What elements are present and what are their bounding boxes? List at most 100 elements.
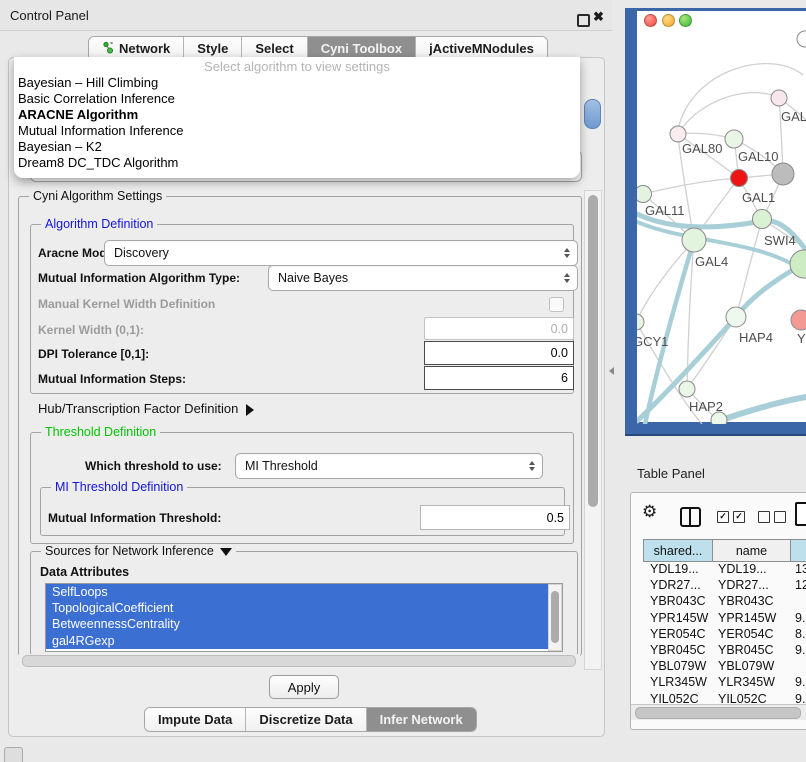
screen: Control Panel ✖ NetworkStyleSelectCyni T… xyxy=(0,0,806,762)
table-cell: YDL19... xyxy=(643,562,711,576)
mi-threshold-field[interactable]: 0.5 xyxy=(420,505,570,530)
table-row[interactable]: YLR345WYLR345W9. xyxy=(643,674,806,690)
window-close-traffic-light[interactable] xyxy=(644,14,657,27)
float-window-icon[interactable] xyxy=(577,14,590,27)
close-icon[interactable]: ✖ xyxy=(593,9,604,25)
algorithm-option-aracne-algorithm[interactable]: ARACNE Algorithm xyxy=(14,107,580,123)
dpi-tolerance-label: DPI Tolerance [0,1]: xyxy=(38,347,149,361)
settings-hscrollbar[interactable] xyxy=(19,654,580,668)
list-scrollbar-thumb[interactable] xyxy=(551,591,559,643)
split-columns-icon[interactable] xyxy=(680,507,701,527)
export-table-icon[interactable] xyxy=(795,502,806,526)
hub-definition-label: Hub/Transcription Factor Definition xyxy=(38,401,238,416)
network-node[interactable] xyxy=(791,310,806,330)
list-item-gal4rgexp[interactable]: gal4RGexp xyxy=(46,633,555,649)
column-header-name[interactable]: name xyxy=(713,539,791,562)
algorithm-option-basic-correlation-inference[interactable]: Basic Correlation Inference xyxy=(14,91,580,107)
table-row[interactable]: YDR27...YDR27...12 xyxy=(643,577,806,593)
mi-steps-field[interactable]: 6 xyxy=(424,366,574,390)
network-edge-thick[interactable] xyxy=(719,397,806,421)
table-row[interactable]: YBR043CYBR043C xyxy=(643,593,806,609)
scrollbar-thumb-blue[interactable] xyxy=(584,99,601,129)
table-hscrollbar-thumb[interactable] xyxy=(635,707,801,719)
select-all-columns-icon[interactable]: ✓✓ xyxy=(717,511,745,523)
network-edge[interactable] xyxy=(678,93,779,134)
algorithm-option-bayesian-hill-climbing[interactable]: Bayesian – Hill Climbing xyxy=(14,75,580,91)
dpi-tolerance-field[interactable]: 0.0 xyxy=(424,341,574,365)
table-cell: YDL19... xyxy=(711,562,788,576)
threshold-definition-label: Threshold Definition xyxy=(41,425,160,439)
tab-impute-data[interactable]: Impute Data xyxy=(145,708,246,731)
table-hscrollbar[interactable] xyxy=(631,704,806,720)
apply-button[interactable]: Apply xyxy=(269,675,339,699)
table-row[interactable]: YER054CYER054C8. xyxy=(643,626,806,642)
settings-vscrollbar-thumb[interactable] xyxy=(588,195,598,507)
table-cell: 9. xyxy=(788,675,806,689)
network-edge[interactable] xyxy=(643,178,739,194)
aracne-mode-combobox[interactable]: Discovery xyxy=(104,240,578,266)
algorithm-option-mutual-information-inference[interactable]: Mutual Information Inference xyxy=(14,123,580,139)
network-node-label-gal80: GAL80 xyxy=(682,141,722,156)
network-node[interactable] xyxy=(725,130,743,148)
network-node[interactable] xyxy=(797,31,806,47)
sources-group-label[interactable]: Sources for Network Inference xyxy=(41,544,236,558)
network-node[interactable] xyxy=(753,210,772,229)
network-node[interactable] xyxy=(772,163,794,185)
data-attributes-listbox: SelfLoopsTopologicalCoefficientBetweenne… xyxy=(45,583,563,652)
deselect-all-columns-icon[interactable] xyxy=(758,511,786,523)
network-node[interactable] xyxy=(679,381,695,397)
list-item-topologicalcoefficient[interactable]: TopologicalCoefficient xyxy=(46,600,555,616)
table-row[interactable]: YBR045CYBR045C9. xyxy=(643,642,806,658)
mi-algorithm-type-value: Naive Bayes xyxy=(278,271,348,285)
mi-algorithm-type-combobox[interactable]: Naive Bayes xyxy=(268,265,578,291)
table-cell: YER054C xyxy=(711,627,788,641)
table-cell: YBR045C xyxy=(643,643,711,657)
network-node[interactable] xyxy=(682,228,706,252)
manual-kernel-width-checkbox[interactable] xyxy=(549,297,564,312)
network-node-label-gal1: GAL1 xyxy=(742,190,775,205)
table-cell: YBR045C xyxy=(711,643,788,657)
window-zoom-traffic-light[interactable] xyxy=(679,14,692,27)
list-item-selfloops[interactable]: SelfLoops xyxy=(46,584,555,600)
kernel-width-field[interactable]: 0.0 xyxy=(424,317,574,340)
network-node[interactable] xyxy=(637,314,644,330)
table-row[interactable]: YPR145WYPR145W9. xyxy=(643,610,806,626)
table-row[interactable]: YDL19...YDL19...13 xyxy=(643,561,806,577)
dock-panel-icon[interactable] xyxy=(4,747,23,762)
splitter-collapse-icon[interactable] xyxy=(609,367,614,375)
network-node[interactable] xyxy=(670,126,686,142)
settings-vscrollbar[interactable] xyxy=(584,190,602,670)
column-header-a[interactable]: A xyxy=(791,539,806,562)
kernel-width-label: Kernel Width (0,1): xyxy=(38,323,144,337)
list-item-betweennesscentrality[interactable]: BetweennessCentrality xyxy=(46,616,555,632)
table-cell: 9. xyxy=(788,643,806,657)
network-edge[interactable] xyxy=(637,240,694,322)
network-node[interactable] xyxy=(790,250,806,278)
network-graph[interactable]: GALGAL80GAL10GAL1GAL11SWI4GAL4HAP4YGCY1H… xyxy=(637,28,806,424)
mi-steps-label: Mutual Information Steps: xyxy=(38,372,186,386)
network-node[interactable] xyxy=(731,170,748,187)
algorithm-option-bayesian-k2[interactable]: Bayesian – K2 xyxy=(14,139,580,155)
network-canvas[interactable]: GALGAL80GAL10GAL1GAL11SWI4GAL4HAP4YGCY1H… xyxy=(637,11,806,422)
network-node[interactable] xyxy=(637,186,652,203)
table-row[interactable]: YBL079WYBL079W xyxy=(643,658,806,674)
column-header-shared[interactable]: shared... xyxy=(643,539,713,562)
network-node[interactable] xyxy=(771,90,787,106)
algorithm-option-dream8-dc-tdc-algorithm[interactable]: Dream8 DC_TDC Algorithm xyxy=(14,155,580,171)
settings-hscrollbar-thumb[interactable] xyxy=(22,655,576,667)
table-cell: YBL079W xyxy=(711,659,788,673)
list-scrollbar[interactable] xyxy=(548,584,562,651)
algorithm-popup-placeholder: Select algorithm to view settings xyxy=(14,59,580,74)
network-node-label-hap2: HAP2 xyxy=(689,399,723,414)
data-attributes-list: SelfLoopsTopologicalCoefficientBetweenne… xyxy=(46,584,562,649)
gear-icon[interactable]: ⚙ xyxy=(642,502,657,522)
hub-definition-expander[interactable]: Hub/Transcription Factor Definition xyxy=(38,401,254,416)
tab-discretize-data[interactable]: Discretize Data xyxy=(246,708,366,731)
window-minimize-traffic-light[interactable] xyxy=(662,14,675,27)
network-node[interactable] xyxy=(726,307,746,327)
which-threshold-combobox[interactable]: MI Threshold xyxy=(235,453,543,479)
table-cell: YDR27... xyxy=(643,578,711,592)
network-node-label-swi4: SWI4 xyxy=(764,233,796,248)
tab-infer-network[interactable]: Infer Network xyxy=(367,708,476,731)
algorithm-dropdown-popup: Select algorithm to view settings Bayesi… xyxy=(14,57,580,178)
